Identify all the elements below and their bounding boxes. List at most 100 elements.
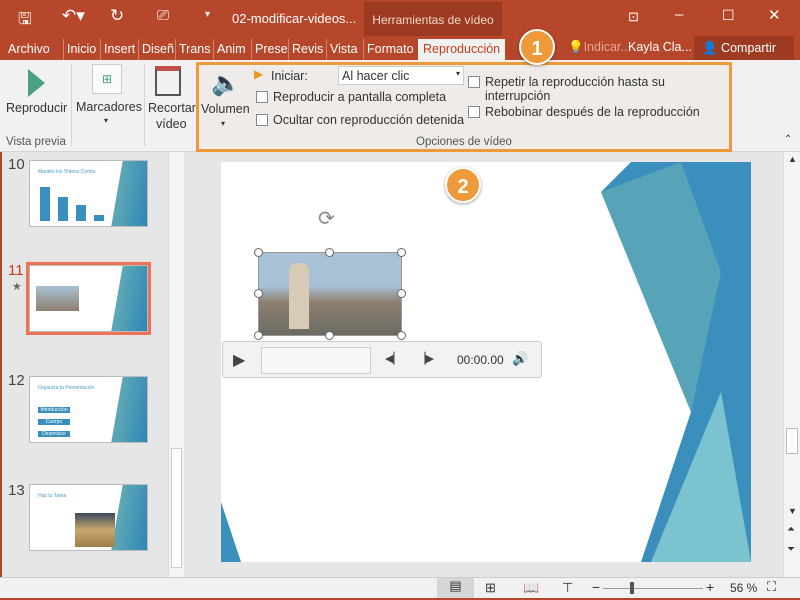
slide-item: Cuerpo xyxy=(38,419,70,425)
main-scrollbar[interactable]: ▲ ▼ ⏶ ⏷ xyxy=(783,152,800,577)
save-icon[interactable]: 🖫 xyxy=(18,8,32,35)
minimize-icon[interactable]: – xyxy=(675,6,683,23)
tab-formato[interactable]: Formato xyxy=(363,39,417,60)
panel-scrollbar[interactable] xyxy=(168,152,184,577)
play-icon xyxy=(28,69,45,97)
zoom-out-icon[interactable]: − xyxy=(592,579,600,595)
volume-label: Volumen xyxy=(201,102,250,116)
slide-item: Desenlace xyxy=(38,431,70,437)
start-select[interactable]: Al hacer clic ▾ xyxy=(338,66,464,85)
step-back-icon[interactable]: ◀▏ xyxy=(385,352,402,365)
callout-2: 2 xyxy=(445,167,481,203)
slide-number: 12 xyxy=(8,372,25,389)
rewind-checkbox[interactable] xyxy=(468,106,480,118)
bookmarks-button[interactable]: ⊞ Marcadores ▾ xyxy=(74,62,144,132)
scroll-up-icon[interactable]: ▲ xyxy=(788,154,797,164)
tab-vista[interactable]: Vista xyxy=(326,39,361,60)
context-tab-label: Herramientas de vídeo xyxy=(364,2,502,36)
film-icon xyxy=(155,66,181,96)
slide-number: 11 xyxy=(8,262,24,279)
slide-thumbnail-13[interactable]: Haz tu Tarea xyxy=(29,484,148,551)
trim-video-button[interactable]: Recortar vídeo xyxy=(146,62,196,132)
slide-number: 10 xyxy=(8,156,25,173)
tab-archivo[interactable]: Archivo xyxy=(5,39,53,60)
rewind-label: Rebobinar después de la reproducción xyxy=(485,105,700,119)
dropdown-arrow-icon: ▾ xyxy=(104,116,109,125)
ribbon-tabs: Archivo Inicio Insert Diseñ Trans Anim P… xyxy=(0,36,800,60)
tell-me[interactable]: 💡Indicar... xyxy=(568,40,631,55)
start-value: Al hacer clic xyxy=(342,69,410,83)
ribbon-options-icon[interactable]: ⊡ xyxy=(628,9,639,25)
user-name[interactable]: Kayla Cla... xyxy=(628,40,692,54)
share-button[interactable]: 👤 Compartir xyxy=(694,36,794,60)
play-icon[interactable]: ▶ xyxy=(233,350,245,370)
animation-star-icon: ★ xyxy=(12,281,22,293)
zoom-slider-thumb[interactable] xyxy=(630,582,634,594)
zoom-slider[interactable] xyxy=(603,582,703,594)
slide-canvas: ⟳ ▶ ◀▏ ▕▶ 00:00.00 🔊 xyxy=(221,162,751,562)
chevron-down-icon: ▾ xyxy=(455,69,460,78)
bookmark-icon: ⊞ xyxy=(92,64,122,94)
collapse-ribbon-icon[interactable]: ⌃ xyxy=(784,134,792,145)
fullscreen-checkbox[interactable] xyxy=(256,91,268,103)
video-thumbnail xyxy=(36,286,79,311)
tab-inicio[interactable]: Inicio xyxy=(63,39,99,60)
slide-thumbnail-11-selected[interactable] xyxy=(26,262,151,335)
volume-icon: 🔈 xyxy=(211,70,241,97)
video-options-group: 🔈 Volumen ▾ ▶ Iniciar: Al hacer clic ▾ Re… xyxy=(196,62,732,152)
slide-title: Organiza tu Presentación xyxy=(38,385,95,391)
hide-checkbox[interactable] xyxy=(256,114,268,126)
customize-icon[interactable]: ▾ xyxy=(205,9,210,20)
tab-revis[interactable]: Revis xyxy=(288,39,326,60)
tab-prese[interactable]: Prese xyxy=(251,39,291,60)
redo-icon[interactable]: ↻ xyxy=(110,6,124,26)
tab-insert[interactable]: Insert xyxy=(100,39,138,60)
volume-icon[interactable]: 🔊 xyxy=(512,351,528,367)
group-label-preview: Vista previa xyxy=(6,136,66,148)
slide-thumbnail-panel: 10 Mantén los Vídeos Cortos 11 ★ 12 Orga… xyxy=(0,152,186,577)
person-figure xyxy=(289,263,309,329)
fit-to-window-icon[interactable]: ⛶ xyxy=(767,579,776,595)
previous-slide-icon[interactable]: ⏶ xyxy=(787,524,795,535)
maximize-icon[interactable]: ☐ xyxy=(722,7,735,24)
slideshow-icon[interactable]: ⊤ xyxy=(562,580,573,596)
slide-item: Introducción xyxy=(38,407,70,413)
tab-trans[interactable]: Trans xyxy=(175,39,214,60)
hide-label: Ocultar con reproducción detenida xyxy=(273,113,465,127)
share-label: Compartir xyxy=(721,41,776,55)
progress-track[interactable] xyxy=(261,347,371,374)
next-slide-icon[interactable]: ⏷ xyxy=(787,544,795,555)
video-object[interactable] xyxy=(258,252,402,336)
books-image xyxy=(75,513,115,547)
slide-thumbnail-10[interactable]: Mantén los Vídeos Cortos xyxy=(29,160,148,227)
dropdown-arrow-icon: ▾ xyxy=(221,119,226,128)
zoom-level[interactable]: 56 % xyxy=(730,581,757,595)
zoom-in-icon[interactable]: + xyxy=(706,579,714,595)
media-player-bar: ▶ ◀▏ ▕▶ 00:00.00 🔊 xyxy=(222,341,542,378)
slide-thumbnail-12[interactable]: Organiza tu Presentación Introducción Cu… xyxy=(29,376,148,443)
tab-anim[interactable]: Anim xyxy=(213,39,248,60)
reading-view-icon[interactable]: 📖 xyxy=(523,580,539,596)
normal-view-icon[interactable]: ▤ xyxy=(437,578,474,598)
scroll-thumb[interactable] xyxy=(786,428,798,454)
slide-title: Mantén los Vídeos Cortos xyxy=(38,169,96,175)
rotate-handle-icon[interactable]: ⟳ xyxy=(318,206,335,231)
scroll-down-icon[interactable]: ▼ xyxy=(788,506,797,516)
tab-diseno[interactable]: Diseñ xyxy=(138,39,177,60)
volume-button[interactable]: 🔈 Volumen ▾ xyxy=(201,67,253,131)
start-label: Iniciar: xyxy=(271,69,308,83)
start-icon: ▶ xyxy=(254,67,264,81)
tell-me-label: Indicar... xyxy=(583,40,631,54)
loop-checkbox[interactable] xyxy=(468,76,480,88)
undo-icon[interactable]: ↶▾ xyxy=(62,6,85,26)
bookmarks-label: Marcadores xyxy=(76,100,142,114)
trim-label-1: Recortar xyxy=(148,101,196,115)
play-button[interactable]: Reproducir xyxy=(2,62,67,134)
close-icon[interactable]: ✕ xyxy=(768,6,781,24)
tab-reproduccion[interactable]: Reproducción xyxy=(418,39,506,60)
trim-label-2: vídeo xyxy=(156,117,187,131)
scroll-thumb[interactable] xyxy=(171,448,182,568)
slide-sorter-icon[interactable]: ⊞ xyxy=(485,580,496,596)
present-icon[interactable]: ⎚ xyxy=(157,7,169,24)
step-forward-icon[interactable]: ▕▶ xyxy=(417,352,434,365)
